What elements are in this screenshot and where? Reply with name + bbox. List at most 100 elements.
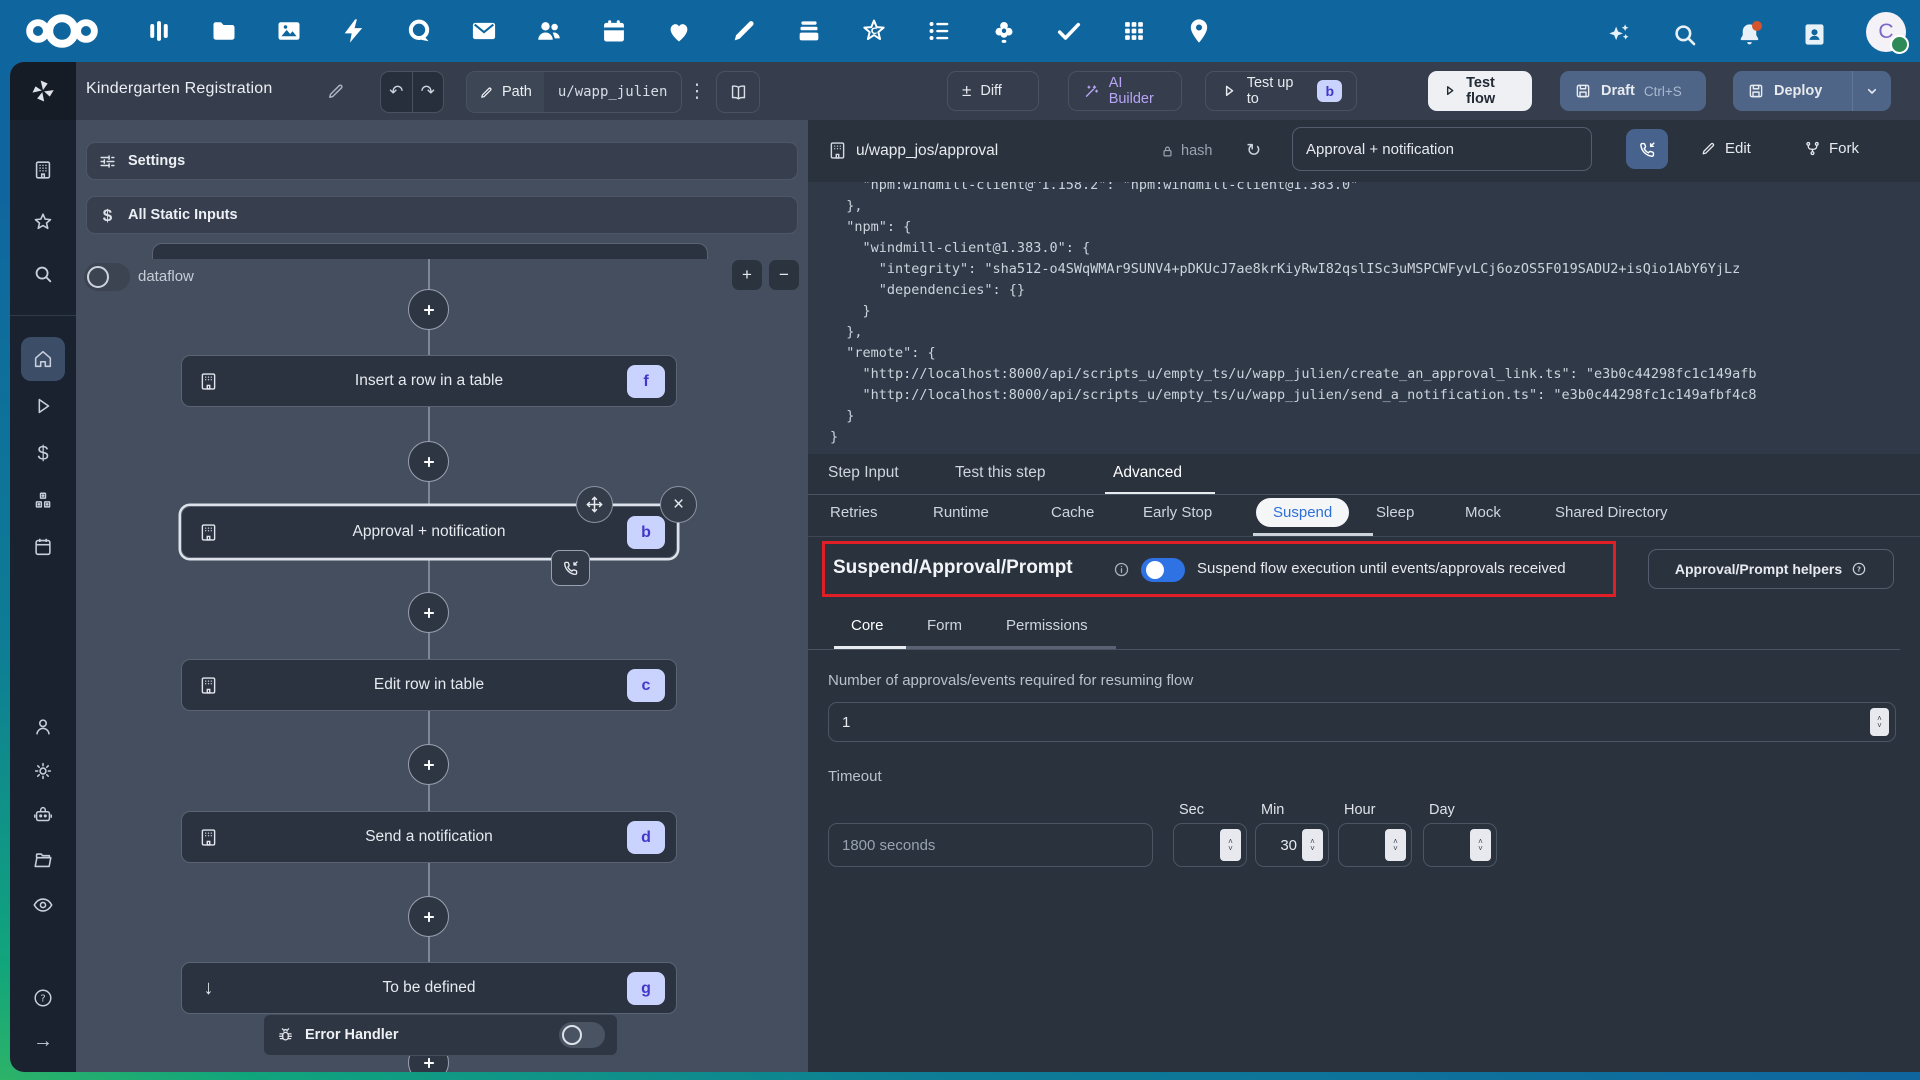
notes-icon[interactable] bbox=[730, 17, 758, 45]
deck-icon[interactable] bbox=[795, 17, 823, 45]
assistant-sparkles-icon[interactable] bbox=[1606, 21, 1633, 48]
mail-icon[interactable] bbox=[470, 17, 498, 45]
number-stepper[interactable]: ˄ ˅ bbox=[1470, 829, 1491, 861]
tab-permissions[interactable]: Permissions bbox=[1006, 617, 1088, 634]
timeout-day-input[interactable]: ˄ ˅ bbox=[1423, 823, 1497, 867]
subtab-shared-directory[interactable]: Shared Directory bbox=[1555, 504, 1668, 521]
files-icon[interactable] bbox=[210, 17, 238, 45]
collectives-icon[interactable]: C bbox=[860, 17, 888, 45]
sidebar-expand-arrow[interactable]: → bbox=[10, 1023, 76, 1059]
flow-node-send-notification[interactable]: Send a notification d bbox=[181, 811, 677, 863]
test-flow-button[interactable]: Test flow bbox=[1428, 71, 1532, 111]
flow-settings-row[interactable]: Settings bbox=[86, 142, 798, 180]
flow-node-insert-row[interactable]: Insert a row in a table f bbox=[181, 355, 677, 407]
redo-button[interactable]: ↷ bbox=[413, 72, 444, 112]
add-step-button[interactable] bbox=[408, 744, 449, 785]
windmill-logo-button[interactable] bbox=[10, 62, 76, 120]
notifications-bell-icon[interactable] bbox=[1736, 21, 1763, 48]
tab-core[interactable]: Core bbox=[851, 617, 884, 634]
sidebar-item-settings[interactable] bbox=[10, 753, 76, 789]
dashboard-icon[interactable] bbox=[145, 17, 173, 45]
refresh-icon[interactable]: ↻ bbox=[1246, 140, 1261, 161]
number-stepper[interactable]: ˄ ˅ bbox=[1385, 829, 1406, 861]
fork-script-button[interactable]: Fork bbox=[1804, 140, 1859, 157]
checks-icon[interactable] bbox=[1055, 17, 1083, 45]
flow-input-node-partial[interactable] bbox=[152, 243, 708, 259]
node-suspend-phone-badge[interactable] bbox=[551, 550, 590, 586]
sidebar-item-search[interactable] bbox=[10, 256, 76, 292]
edit-title-pencil-icon[interactable] bbox=[326, 81, 346, 101]
deploy-button[interactable]: Deploy bbox=[1733, 71, 1891, 111]
timeout-min-input[interactable]: 30 ˄ ˅ bbox=[1255, 823, 1329, 867]
lock-file-code-viewer[interactable]: "npm:windmill-client@^1.158.2": "npm:win… bbox=[808, 182, 1920, 454]
sidebar-item-audit-logs[interactable] bbox=[10, 887, 76, 923]
health-icon[interactable] bbox=[665, 17, 693, 45]
zoom-in-button[interactable]: + bbox=[732, 260, 762, 290]
subtab-retries[interactable]: Retries bbox=[830, 504, 878, 521]
path-group[interactable]: Path u/wapp_julien bbox=[466, 71, 683, 113]
undo-button[interactable]: ↶ bbox=[381, 72, 413, 112]
sidebar-item-workers[interactable] bbox=[10, 797, 76, 833]
error-handler-bar[interactable]: Error Handler bbox=[263, 1014, 618, 1056]
sidebar-item-apps[interactable] bbox=[10, 152, 76, 188]
suspend-phone-button[interactable] bbox=[1626, 129, 1668, 169]
subtab-cache[interactable]: Cache bbox=[1051, 504, 1094, 521]
deploy-dropdown-button[interactable] bbox=[1852, 71, 1891, 111]
calendar-icon[interactable] bbox=[600, 17, 628, 45]
forms-icon[interactable] bbox=[990, 17, 1018, 45]
ai-builder-button[interactable]: AI Builder bbox=[1068, 71, 1182, 111]
info-icon[interactable] bbox=[1113, 561, 1130, 578]
flow-node-edit-row[interactable]: Edit row in table c bbox=[181, 659, 677, 711]
number-stepper[interactable]: ˄ ˅ bbox=[1870, 708, 1889, 736]
sidebar-item-runs[interactable] bbox=[10, 388, 76, 424]
sidebar-item-folders[interactable] bbox=[10, 842, 76, 878]
number-stepper[interactable]: ˄ ˅ bbox=[1302, 829, 1323, 861]
flow-static-inputs-row[interactable]: $ All Static Inputs bbox=[86, 196, 798, 234]
subtab-sleep[interactable]: Sleep bbox=[1376, 504, 1414, 521]
maps-icon[interactable] bbox=[1185, 17, 1213, 45]
docs-book-button[interactable] bbox=[716, 71, 760, 113]
sidebar-item-resources[interactable] bbox=[10, 483, 76, 519]
subtab-runtime[interactable]: Runtime bbox=[933, 504, 989, 521]
sidebar-item-users[interactable] bbox=[10, 709, 76, 745]
step-summary-input[interactable]: Approval + notification bbox=[1292, 127, 1592, 171]
tab-advanced[interactable]: Advanced bbox=[1113, 464, 1182, 482]
approvals-count-input[interactable]: 1 ˄ ˅ bbox=[828, 702, 1896, 742]
sidebar-item-variables[interactable]: $ bbox=[10, 436, 76, 472]
subtab-mock[interactable]: Mock bbox=[1465, 504, 1501, 521]
suspend-toggle[interactable] bbox=[1141, 558, 1185, 582]
error-handler-toggle[interactable] bbox=[559, 1022, 605, 1048]
tab-form[interactable]: Form bbox=[927, 617, 962, 634]
sidebar-item-help[interactable]: ? bbox=[10, 980, 76, 1016]
search-icon[interactable] bbox=[1671, 21, 1698, 48]
add-step-button[interactable] bbox=[408, 592, 449, 633]
hash-badge[interactable]: hash bbox=[1160, 143, 1212, 159]
user-avatar[interactable]: C bbox=[1866, 12, 1909, 54]
tasks-icon[interactable] bbox=[925, 17, 953, 45]
add-step-button[interactable] bbox=[408, 896, 449, 937]
subtab-suspend[interactable]: Suspend bbox=[1256, 498, 1350, 527]
dataflow-toggle[interactable] bbox=[84, 263, 130, 291]
flow-node-to-be-defined[interactable]: ↓ To be defined g bbox=[181, 962, 677, 1014]
delete-node-button[interactable]: × bbox=[660, 486, 697, 523]
edit-script-button[interactable]: Edit bbox=[1700, 140, 1751, 157]
nextcloud-logo-icon[interactable] bbox=[24, 13, 100, 49]
more-options-kebab-icon[interactable]: ⋮ bbox=[686, 74, 708, 108]
approval-prompt-helpers-button[interactable]: Approval/Prompt helpers ? bbox=[1648, 549, 1894, 589]
test-up-to-button[interactable]: Test up to b bbox=[1205, 71, 1357, 111]
draft-button[interactable]: Draft Ctrl+S bbox=[1560, 71, 1706, 111]
timeout-sec-input[interactable]: ˄ ˅ bbox=[1173, 823, 1247, 867]
subtab-early-stop[interactable]: Early Stop bbox=[1143, 504, 1212, 521]
tab-test-this-step[interactable]: Test this step bbox=[955, 464, 1045, 482]
number-stepper[interactable]: ˄ ˅ bbox=[1220, 829, 1241, 861]
sidebar-item-schedules[interactable] bbox=[10, 529, 76, 565]
move-node-handle[interactable] bbox=[576, 486, 613, 523]
talk-icon[interactable] bbox=[405, 17, 433, 45]
add-step-button[interactable] bbox=[408, 441, 449, 482]
timeout-input[interactable]: 1800 seconds bbox=[828, 823, 1153, 867]
add-step-button[interactable] bbox=[408, 289, 449, 330]
activity-icon[interactable] bbox=[340, 17, 368, 45]
zoom-out-button[interactable]: − bbox=[769, 260, 799, 290]
tab-step-input[interactable]: Step Input bbox=[828, 464, 899, 482]
timeout-hour-input[interactable]: ˄ ˅ bbox=[1338, 823, 1412, 867]
